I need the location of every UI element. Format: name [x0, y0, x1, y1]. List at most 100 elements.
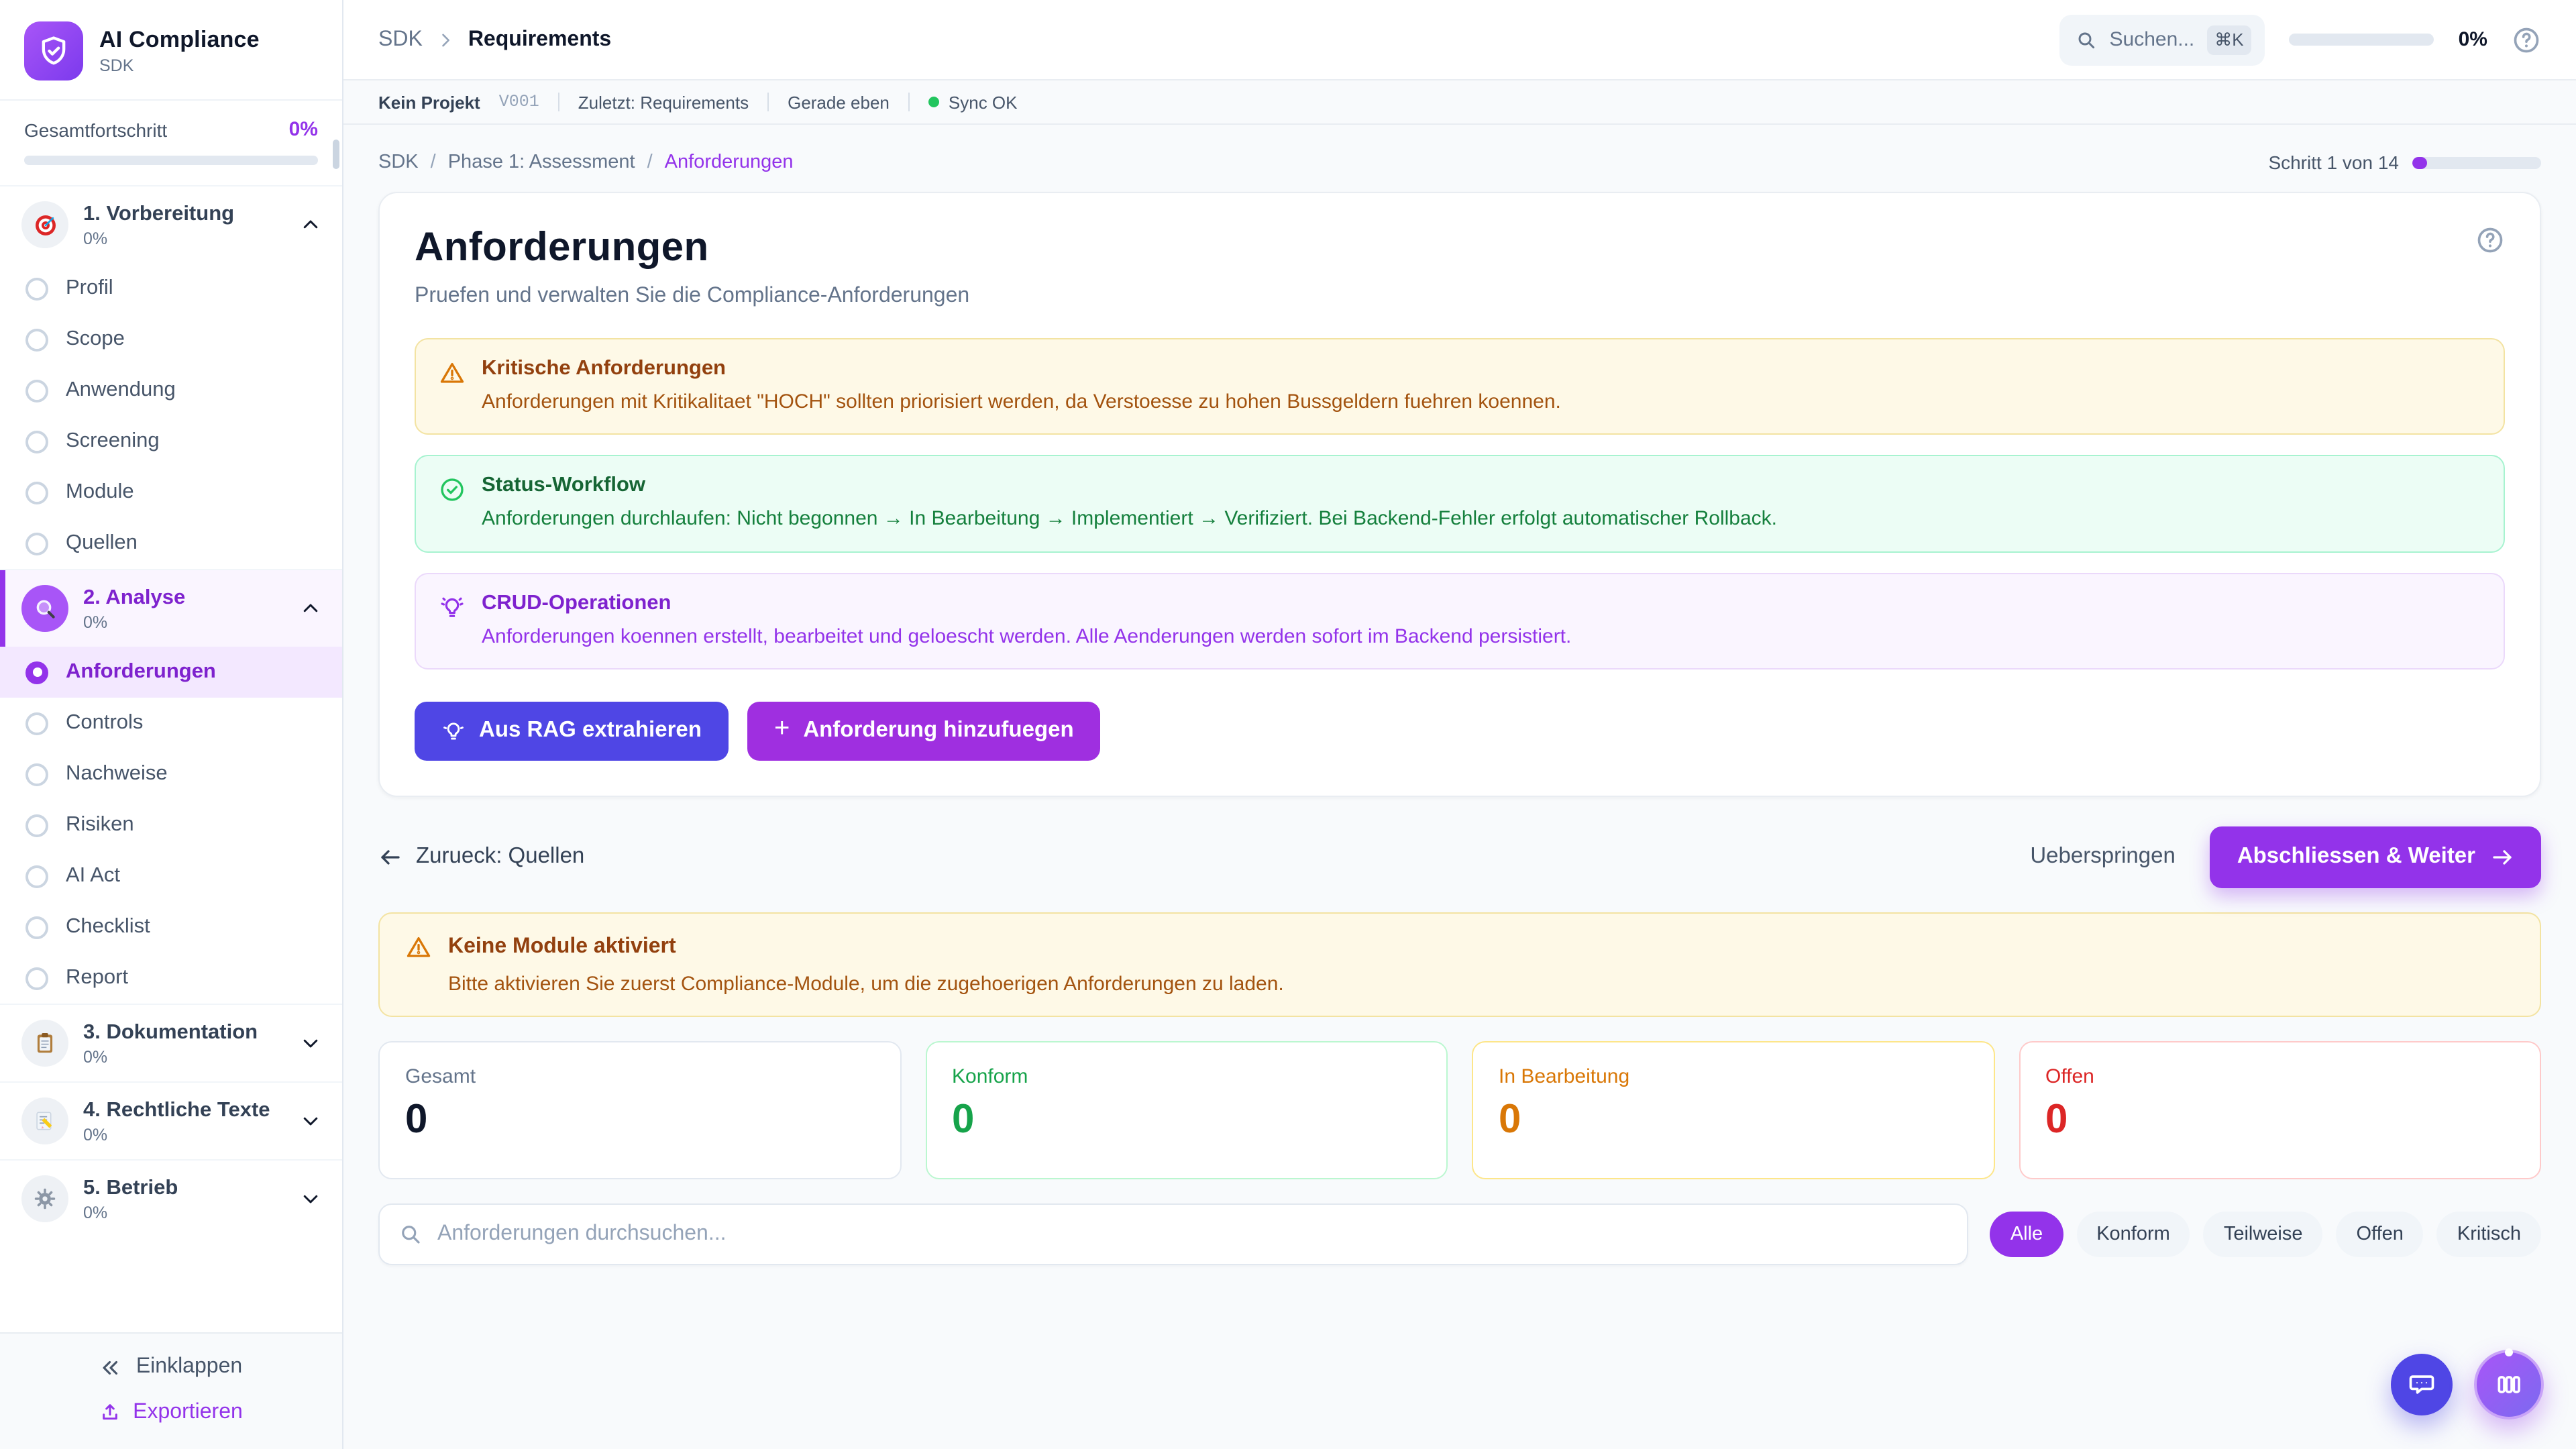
sidebar-item-screening[interactable]: Screening	[0, 416, 342, 467]
overall-progress-label: Gesamtfortschritt	[24, 119, 167, 140]
divider	[908, 93, 910, 111]
filter-chip-alle[interactable]: Alle	[1990, 1212, 2063, 1257]
plus-icon: +	[774, 714, 790, 745]
stat-label: Konform	[952, 1065, 1421, 1088]
warning-title: Keine Module aktiviert	[448, 935, 676, 959]
alert-crud-operationen: CRUD-Operationen Anforderungen koennen e…	[415, 572, 2505, 669]
sidebar-scrollbar-thumb[interactable]	[333, 140, 339, 169]
section-progress: 0%	[83, 1047, 286, 1066]
filter-row: Alle Konform Teilweise Offen Kritisch	[378, 1203, 2541, 1265]
section-progress: 0%	[83, 612, 286, 631]
project-version: V001	[499, 93, 539, 111]
filter-chip-offen[interactable]: Offen	[2337, 1212, 2424, 1257]
last-step: Zuletzt: Requirements	[578, 92, 749, 112]
breadcrumb-root[interactable]: SDK	[378, 28, 423, 52]
sync-ok-dot	[928, 97, 939, 107]
back-to-quellen-button[interactable]: Zurueck: Quellen	[378, 845, 584, 870]
memo-icon	[21, 1097, 68, 1144]
sidebar-item-nachweise[interactable]: Nachweise	[0, 749, 342, 800]
sidebar-item-risiken[interactable]: Risiken	[0, 800, 342, 851]
gear-icon	[21, 1175, 68, 1222]
stat-label: In Bearbeitung	[1499, 1065, 1968, 1088]
overall-progress-bar	[24, 156, 318, 165]
sidebar-item-quellen[interactable]: Quellen	[0, 518, 342, 569]
last-sync-time: Gerade eben	[788, 92, 890, 112]
sidebar-section-dokumentation[interactable]: 3. Dokumentation 0%	[0, 1004, 342, 1081]
sidebar-nav: 1. Vorbereitung 0% Profil Scope Anwendun…	[0, 185, 342, 1332]
sidebar-item-anforderungen[interactable]: Anforderungen	[0, 647, 342, 698]
export-button[interactable]: Exportieren	[99, 1401, 243, 1425]
stat-label: Offen	[2045, 1065, 2514, 1088]
finish-and-next-button[interactable]: Abschliessen & Weiter	[2210, 826, 2541, 888]
stats-row: Gesamt 0 Konform 0 In Bearbeitung 0 Offe…	[378, 1041, 2541, 1179]
skip-button[interactable]: Ueberspringen	[2030, 845, 2175, 870]
radio-icon	[25, 967, 48, 989]
help-icon[interactable]	[2512, 25, 2541, 54]
filter-chip-konform[interactable]: Konform	[2076, 1212, 2190, 1257]
filter-chips: Alle Konform Teilweise Offen Kritisch	[1990, 1212, 2541, 1257]
chat-fab-button[interactable]	[2391, 1354, 2453, 1415]
sidebar-item-module[interactable]: Module	[0, 467, 342, 518]
alert-status-workflow: Status-Workflow Anforderungen durchlaufe…	[415, 455, 2505, 553]
page-breadcrumb-phase[interactable]: Phase 1: Assessment	[448, 152, 635, 173]
sidebar-section-betrieb[interactable]: 5. Betrieb 0%	[0, 1159, 342, 1237]
sidebar-item-profil[interactable]: Profil	[0, 263, 342, 314]
radio-selected-icon	[25, 661, 48, 684]
radio-icon	[25, 532, 48, 555]
sidebar-item-report[interactable]: Report	[0, 953, 342, 1004]
sidebar-item-checklist[interactable]: Checklist	[0, 902, 342, 953]
chevron-up-icon	[301, 598, 321, 619]
alert-body: Anforderungen mit Kritikalitaet "HOCH" s…	[482, 389, 1561, 417]
radio-icon	[25, 277, 48, 300]
filter-chip-teilweise[interactable]: Teilweise	[2204, 1212, 2323, 1257]
overall-progress-value: 0%	[289, 118, 318, 141]
stat-card-konform: Konform 0	[925, 1041, 1448, 1179]
sidebar-item-anwendung[interactable]: Anwendung	[0, 365, 342, 416]
sidebar-item-scope[interactable]: Scope	[0, 314, 342, 365]
main-area: SDK Requirements Suchen... ⌘K 0%	[343, 0, 2576, 1449]
page-breadcrumb-sdk[interactable]: SDK	[378, 152, 419, 173]
breadcrumb: SDK Requirements	[378, 28, 611, 52]
page-breadcrumb-current: Anforderungen	[665, 152, 794, 173]
app-subtitle: SDK	[99, 56, 260, 75]
filter-chip-kritisch[interactable]: Kritisch	[2437, 1212, 2541, 1257]
lightbulb-icon	[439, 594, 466, 621]
clipboard-icon	[21, 1020, 68, 1067]
arrow-right-icon	[2490, 845, 2514, 869]
radio-icon	[25, 712, 48, 735]
sidebar-section-vorbereitung[interactable]: 1. Vorbereitung 0%	[0, 185, 342, 263]
breadcrumb-current: Requirements	[468, 28, 611, 52]
topbar: SDK Requirements Suchen... ⌘K 0%	[343, 0, 2576, 80]
radio-icon	[25, 916, 48, 938]
requirements-search-input[interactable]	[437, 1222, 1949, 1246]
radio-icon	[25, 814, 48, 837]
card-help-icon[interactable]	[2475, 225, 2505, 255]
stat-label: Gesamt	[405, 1065, 874, 1088]
sidebar-section-rechtliche-texte[interactable]: 4. Rechtliche Texte 0%	[0, 1081, 342, 1159]
sync-status: Sync OK	[928, 92, 1018, 112]
statusbar: Kein Projekt V001 Zuletzt: Requirements …	[343, 80, 2576, 125]
add-requirement-button[interactable]: + Anforderung hinzufuegen	[747, 702, 1101, 761]
stat-value: 0	[1499, 1097, 1968, 1143]
chevron-up-icon	[301, 215, 321, 235]
stat-card-offen: Offen 0	[2019, 1041, 2541, 1179]
radio-icon	[25, 865, 48, 888]
sidebar-item-ai-act[interactable]: AI Act	[0, 851, 342, 902]
magnifier-icon	[21, 585, 68, 632]
radio-icon	[25, 430, 48, 453]
radio-icon	[25, 763, 48, 786]
section-title: 3. Dokumentation	[83, 1020, 286, 1044]
divider	[767, 93, 769, 111]
keyboard-shortcut-badge: ⌘K	[2206, 25, 2251, 54]
radio-icon	[25, 481, 48, 504]
global-search-button[interactable]: Suchen... ⌘K	[2060, 14, 2265, 65]
overall-progress: Gesamtfortschritt 0%	[0, 101, 342, 185]
sidebar-item-controls[interactable]: Controls	[0, 698, 342, 749]
warning-triangle-icon	[405, 934, 432, 961]
page-subtitle: Pruefen und verwalten Sie die Compliance…	[415, 284, 2505, 309]
collapse-sidebar-button[interactable]: Einklappen	[100, 1355, 242, 1379]
columns-fab-button[interactable]	[2474, 1350, 2544, 1419]
section-title: 1. Vorbereitung	[83, 202, 286, 226]
extract-from-rag-button[interactable]: Aus RAG extrahieren	[415, 702, 729, 761]
sidebar-section-analyse[interactable]: 2. Analyse 0%	[0, 569, 342, 647]
